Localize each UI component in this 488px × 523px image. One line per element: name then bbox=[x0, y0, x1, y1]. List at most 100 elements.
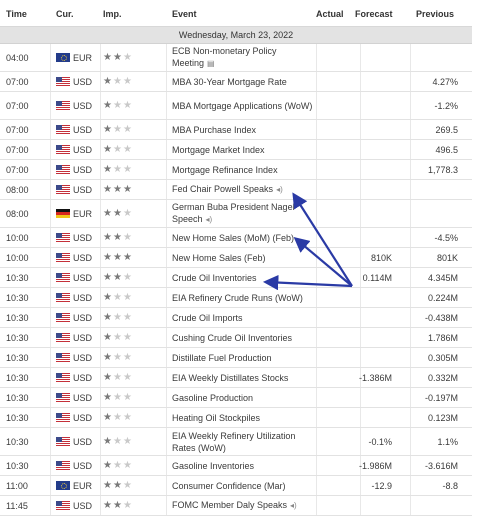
event-name-cell[interactable]: New Home Sales (Feb) bbox=[172, 248, 316, 267]
table-row[interactable]: 07:00 USD ★ ★ ★ MBA Purchase Index 269.5 bbox=[0, 120, 472, 140]
event-name[interactable]: New Home Sales (Feb) bbox=[172, 253, 266, 263]
event-name-cell[interactable]: EIA Refinery Crude Runs (WoW) bbox=[172, 288, 316, 307]
event-name[interactable]: MBA 30-Year Mortgage Rate bbox=[172, 77, 287, 87]
event-name[interactable]: Crude Oil Imports bbox=[172, 313, 243, 323]
event-name-wrap[interactable]: Crude Oil Imports bbox=[172, 312, 243, 324]
event-name-wrap[interactable]: Fed Chair Powell Speaks ◂) bbox=[172, 183, 283, 196]
star-icon: ★ bbox=[112, 372, 123, 383]
event-name-cell[interactable]: Gasoline Inventories bbox=[172, 456, 316, 475]
event-name-cell[interactable]: Crude Oil Inventories bbox=[172, 268, 316, 287]
table-row[interactable]: 10:30 USD ★ ★ ★ Crude Oil Imports -0.438M bbox=[0, 308, 472, 328]
event-name-cell[interactable]: Distillate Fuel Production bbox=[172, 348, 316, 367]
table-row[interactable]: 04:00 EUR ★ ★ ★ ECB Non-monetary Policy Meeti… bbox=[0, 44, 472, 72]
table-row[interactable]: 10:30 USD ★ ★ ★ Crude Oil Inventories 0.114M 4.… bbox=[0, 268, 472, 288]
table-row[interactable]: 10:30 USD ★ ★ ★ EIA Refinery Crude Runs (WoW)… bbox=[0, 288, 472, 308]
event-name[interactable]: Gasoline Production bbox=[172, 393, 253, 403]
event-name-wrap[interactable]: New Home Sales (Feb) bbox=[172, 252, 266, 264]
event-name-wrap[interactable]: Heating Oil Stockpiles bbox=[172, 412, 260, 424]
event-name-wrap[interactable]: Crude Oil Inventories bbox=[172, 272, 257, 284]
event-name-cell[interactable]: Gasoline Production bbox=[172, 388, 316, 407]
event-name[interactable]: MBA Purchase Index bbox=[172, 125, 256, 135]
event-name-wrap[interactable]: Cushing Crude Oil Inventories bbox=[172, 332, 292, 344]
importance-stars: ★ ★ ★ bbox=[103, 140, 143, 159]
event-name[interactable]: FOMC Member Daly Speaks bbox=[172, 500, 287, 510]
eur-flag-icon bbox=[56, 481, 70, 490]
table-row[interactable]: 10:30 USD ★ ★ ★ EIA Weekly Distillates Stocks… bbox=[0, 368, 472, 388]
event-name-cell[interactable]: New Home Sales (MoM) (Feb) bbox=[172, 228, 316, 247]
table-row[interactable]: 10:00 USD ★ ★ ★ New Home Sales (MoM) (Feb) -4.… bbox=[0, 228, 472, 248]
event-name-wrap[interactable]: Consumer Confidence (Mar) bbox=[172, 480, 286, 492]
table-row[interactable]: 08:00 USD ★ ★ ★ Fed Chair Powell Speaks ◂) bbox=[0, 180, 472, 200]
event-name-cell[interactable]: German Buba President Nagel Speech ◂) bbox=[172, 200, 316, 227]
table-row[interactable]: 10:30 USD ★ ★ ★ Gasoline Production -0.197M bbox=[0, 388, 472, 408]
event-name-cell[interactable]: Heating Oil Stockpiles bbox=[172, 408, 316, 427]
table-row[interactable]: 10:30 USD ★ ★ ★ EIA Weekly Refinery Utilizati… bbox=[0, 428, 472, 456]
event-name-wrap[interactable]: Distillate Fuel Production bbox=[172, 352, 272, 364]
event-name[interactable]: Mortgage Market Index bbox=[172, 145, 265, 155]
event-name-wrap[interactable]: EIA Weekly Refinery Utilization Rates (W… bbox=[172, 430, 316, 454]
column-divider bbox=[166, 496, 167, 515]
event-name-wrap[interactable]: MBA Mortgage Applications (WoW) bbox=[172, 100, 312, 112]
event-name-cell[interactable]: MBA 30-Year Mortgage Rate bbox=[172, 72, 316, 91]
event-name-cell[interactable]: Cushing Crude Oil Inventories bbox=[172, 328, 316, 347]
event-name[interactable]: Consumer Confidence (Mar) bbox=[172, 481, 286, 491]
event-name-cell[interactable]: ECB Non-monetary Policy Meeting ▤ bbox=[172, 44, 316, 71]
event-name-wrap[interactable]: Gasoline Production bbox=[172, 392, 253, 404]
event-name-cell[interactable]: EIA Weekly Refinery Utilization Rates (W… bbox=[172, 428, 316, 455]
event-name[interactable]: Mortgage Refinance Index bbox=[172, 165, 278, 175]
event-name[interactable]: MBA Mortgage Applications (WoW) bbox=[172, 101, 312, 111]
event-name[interactable]: Gasoline Inventories bbox=[172, 461, 254, 471]
event-name[interactable]: ECB Non-monetary Policy Meeting bbox=[172, 46, 277, 68]
event-name-wrap[interactable]: Mortgage Market Index bbox=[172, 144, 265, 156]
event-name-wrap[interactable]: Gasoline Inventories bbox=[172, 460, 254, 472]
table-row[interactable]: 07:00 USD ★ ★ ★ MBA 30-Year Mortgage Rate 4.27… bbox=[0, 72, 472, 92]
column-divider bbox=[166, 388, 167, 407]
event-name-cell[interactable]: Fed Chair Powell Speaks ◂) bbox=[172, 180, 316, 199]
table-row[interactable]: 07:00 USD ★ ★ ★ Mortgage Refinance Index 1,778… bbox=[0, 160, 472, 180]
event-name-wrap[interactable]: ECB Non-monetary Policy Meeting ▤ bbox=[172, 45, 316, 70]
star-icon: ★ bbox=[122, 312, 133, 323]
table-row[interactable]: 10:30 USD ★ ★ ★ Gasoline Inventories -1.986M -3… bbox=[0, 456, 472, 476]
column-divider bbox=[50, 388, 51, 407]
table-row[interactable]: 11:45 USD ★ ★ ★ FOMC Member Daly Speaks ◂) bbox=[0, 496, 472, 516]
event-name[interactable]: Crude Oil Inventories bbox=[172, 273, 257, 283]
event-name-cell[interactable]: Consumer Confidence (Mar) bbox=[172, 476, 316, 495]
event-name-wrap[interactable]: FOMC Member Daly Speaks ◂) bbox=[172, 499, 297, 512]
star-icon: ★ bbox=[103, 372, 113, 383]
event-name[interactable]: Cushing Crude Oil Inventories bbox=[172, 333, 292, 343]
flag-cell bbox=[56, 92, 70, 119]
event-name-cell[interactable]: Crude Oil Imports bbox=[172, 308, 316, 327]
table-row[interactable]: 10:30 USD ★ ★ ★ Cushing Crude Oil Inventories… bbox=[0, 328, 472, 348]
event-name-cell[interactable]: EIA Weekly Distillates Stocks bbox=[172, 368, 316, 387]
event-name-cell[interactable]: MBA Purchase Index bbox=[172, 120, 316, 139]
table-row[interactable]: 11:00 EUR ★ ★ ★ Consumer Confidence (Mar) -12.… bbox=[0, 476, 472, 496]
event-name[interactable]: EIA Weekly Distillates Stocks bbox=[172, 373, 288, 383]
table-row[interactable]: 10:30 USD ★ ★ ★ Heating Oil Stockpiles 0.123M bbox=[0, 408, 472, 428]
event-name-wrap[interactable]: Mortgage Refinance Index bbox=[172, 164, 278, 176]
event-name[interactable]: Fed Chair Powell Speaks bbox=[172, 184, 273, 194]
event-name[interactable]: Heating Oil Stockpiles bbox=[172, 413, 260, 423]
event-name-cell[interactable]: Mortgage Refinance Index bbox=[172, 160, 316, 179]
usa-flag-icon bbox=[56, 501, 70, 510]
event-name[interactable]: Distillate Fuel Production bbox=[172, 353, 272, 363]
table-row[interactable]: 10:30 USD ★ ★ ★ Distillate Fuel Production 0.3… bbox=[0, 348, 472, 368]
event-name-wrap[interactable]: MBA 30-Year Mortgage Rate bbox=[172, 76, 287, 88]
event-name-wrap[interactable]: EIA Refinery Crude Runs (WoW) bbox=[172, 292, 303, 304]
forecast-value: 0.114M bbox=[362, 272, 392, 283]
event-name[interactable]: New Home Sales (MoM) (Feb) bbox=[172, 233, 294, 243]
table-row[interactable]: 08:00 EUR ★ ★ ★ German Buba President Nagel S… bbox=[0, 200, 472, 228]
event-name-wrap[interactable]: German Buba President Nagel Speech ◂) bbox=[172, 201, 316, 226]
actual-value bbox=[308, 248, 348, 267]
event-name[interactable]: EIA Refinery Crude Runs (WoW) bbox=[172, 293, 303, 303]
event-name-cell[interactable]: Mortgage Market Index bbox=[172, 140, 316, 159]
event-name-wrap[interactable]: New Home Sales (MoM) (Feb) bbox=[172, 232, 294, 244]
table-row[interactable]: 07:00 USD ★ ★ ★ MBA Mortgage Applications (Wo… bbox=[0, 92, 472, 120]
table-row[interactable]: 10:00 USD ★ ★ ★ New Home Sales (Feb) 810K 801K bbox=[0, 248, 472, 268]
table-row[interactable]: 07:00 USD ★ ★ ★ Mortgage Market Index 496.5 bbox=[0, 140, 472, 160]
event-name-cell[interactable]: MBA Mortgage Applications (WoW) bbox=[172, 92, 316, 119]
event-name[interactable]: German Buba President Nagel Speech bbox=[172, 202, 295, 224]
event-name[interactable]: EIA Weekly Refinery Utilization Rates (W… bbox=[172, 431, 295, 453]
event-name-cell[interactable]: FOMC Member Daly Speaks ◂) bbox=[172, 496, 316, 515]
event-name-wrap[interactable]: EIA Weekly Distillates Stocks bbox=[172, 372, 288, 384]
event-name-wrap[interactable]: MBA Purchase Index bbox=[172, 124, 256, 136]
